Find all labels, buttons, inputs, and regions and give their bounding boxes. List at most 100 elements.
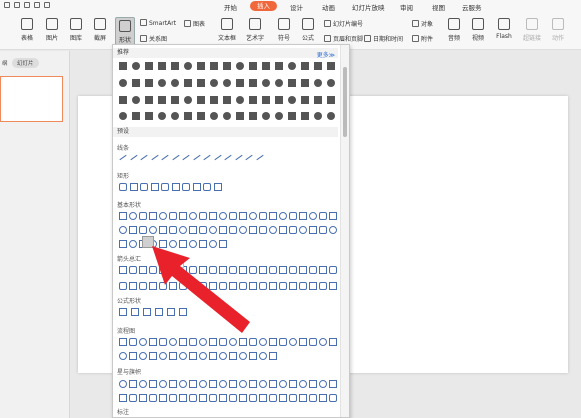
shape-option[interactable]	[199, 226, 207, 234]
shape-option[interactable]	[327, 96, 335, 104]
shape-option[interactable]	[129, 394, 137, 402]
shape-option[interactable]	[149, 282, 157, 290]
shape-option[interactable]	[269, 352, 277, 360]
shape-option[interactable]	[171, 62, 179, 70]
shape-option[interactable]	[269, 282, 277, 290]
shape-option[interactable]	[329, 380, 337, 388]
shape-option[interactable]	[319, 282, 327, 290]
shape-option[interactable]	[279, 226, 287, 234]
relation-chart-button[interactable]: 关系图	[140, 34, 167, 43]
shape-option[interactable]	[199, 338, 207, 346]
shape-option[interactable]	[140, 183, 148, 191]
shape-option[interactable]	[132, 62, 140, 70]
shape-option[interactable]	[249, 226, 257, 234]
shape-option[interactable]	[161, 154, 169, 161]
shape-option[interactable]	[223, 79, 231, 87]
shape-option[interactable]	[179, 240, 187, 248]
shape-option[interactable]	[119, 240, 127, 248]
shape-option[interactable]	[314, 62, 322, 70]
shape-option[interactable]	[329, 266, 337, 274]
tab-cloud[interactable]: 云服务	[462, 2, 482, 12]
shape-option[interactable]	[139, 338, 147, 346]
shape-option[interactable]	[279, 338, 287, 346]
formula-button[interactable]: 公式	[298, 18, 318, 42]
shape-option[interactable]	[289, 212, 297, 220]
table-button[interactable]: 表格	[18, 18, 36, 42]
tab-home[interactable]: 开始	[224, 2, 237, 12]
shape-option[interactable]	[158, 79, 166, 87]
shape-option[interactable]	[301, 79, 309, 87]
shape-option[interactable]	[189, 226, 197, 234]
panel-scrollbar-thumb[interactable]	[343, 67, 347, 137]
shape-option[interactable]	[239, 282, 247, 290]
shape-option[interactable]	[179, 394, 187, 402]
shape-option[interactable]	[219, 212, 227, 220]
shape-option[interactable]	[219, 240, 227, 248]
shape-option[interactable]	[301, 62, 309, 70]
shape-option[interactable]	[189, 282, 197, 290]
video-button[interactable]: 视频	[468, 18, 488, 42]
shape-option[interactable]	[203, 183, 211, 191]
shape-option[interactable]	[299, 338, 307, 346]
shape-option[interactable]	[229, 212, 237, 220]
shape-option[interactable]	[309, 212, 317, 220]
shape-option[interactable]	[119, 212, 127, 220]
shape-option[interactable]	[209, 352, 217, 360]
screenshot-button[interactable]: 截屏	[90, 18, 110, 42]
shape-option[interactable]	[319, 212, 327, 220]
shape-option[interactable]	[239, 338, 247, 346]
shape-option[interactable]	[289, 266, 297, 274]
shape-option[interactable]	[161, 183, 169, 191]
shape-option[interactable]	[184, 96, 192, 104]
shape-option[interactable]	[269, 380, 277, 388]
shape-option[interactable]	[189, 266, 197, 274]
shape-option[interactable]	[132, 112, 140, 120]
shape-option[interactable]	[219, 338, 227, 346]
shape-option[interactable]	[129, 183, 138, 191]
shape-option[interactable]	[309, 338, 317, 346]
shape-option[interactable]	[159, 226, 167, 234]
shape-option[interactable]	[209, 394, 217, 402]
shape-option[interactable]	[149, 212, 157, 220]
shape-option[interactable]	[184, 62, 192, 70]
shape-option[interactable]	[199, 240, 207, 248]
shape-option[interactable]	[199, 212, 207, 220]
shape-option[interactable]	[159, 240, 167, 248]
shape-option[interactable]	[236, 112, 244, 120]
datetime-button[interactable]: 日期和时间	[364, 34, 403, 43]
shape-option[interactable]	[149, 226, 157, 234]
header-footer-button[interactable]: 页眉和页脚	[324, 34, 363, 43]
shape-option[interactable]	[309, 226, 317, 234]
shape-option[interactable]	[236, 62, 244, 70]
shape-option[interactable]	[171, 183, 180, 191]
shape-option[interactable]	[159, 338, 167, 346]
shape-option[interactable]	[259, 212, 267, 220]
shape-option[interactable]	[199, 282, 207, 290]
shape-option[interactable]	[155, 308, 163, 316]
shape-option[interactable]	[179, 282, 187, 290]
shape-option[interactable]	[329, 338, 337, 346]
shape-option[interactable]	[189, 394, 197, 402]
shape-option[interactable]	[150, 183, 159, 191]
shape-option[interactable]	[249, 62, 257, 70]
shape-option[interactable]	[171, 154, 180, 161]
shape-option[interactable]	[199, 266, 207, 274]
shape-option[interactable]	[159, 352, 167, 360]
slides-tab[interactable]: 幻灯片	[12, 58, 39, 68]
shape-option[interactable]	[179, 380, 187, 388]
shape-option[interactable]	[179, 212, 187, 220]
shape-option[interactable]	[314, 96, 322, 104]
shape-option[interactable]	[259, 266, 267, 274]
shape-option[interactable]	[169, 240, 177, 248]
shape-option[interactable]	[288, 79, 296, 87]
save-icon[interactable]	[4, 2, 10, 8]
shape-option[interactable]	[139, 394, 147, 402]
shape-option[interactable]	[119, 308, 127, 316]
shape-option[interactable]	[210, 62, 218, 70]
shape-option[interactable]	[149, 352, 157, 360]
shape-option[interactable]	[259, 394, 267, 402]
shape-option[interactable]	[129, 154, 138, 161]
shape-option[interactable]	[249, 96, 257, 104]
shape-option[interactable]	[249, 338, 257, 346]
shape-option[interactable]	[171, 96, 179, 104]
